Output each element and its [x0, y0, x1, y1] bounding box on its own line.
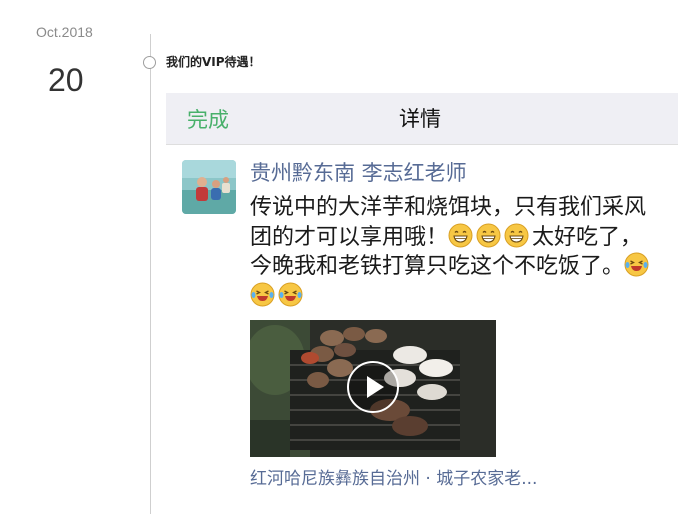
play-icon[interactable]: [346, 360, 400, 414]
moments-screenshot: 完成 详情 贵州黔东南 李志红老师 传说中的大洋芋和烧饵块，只有我们采风团的才可…: [166, 93, 678, 498]
timeline-entry-title: 我们的VIP待遇！: [166, 55, 261, 69]
timeline-day: 20: [48, 62, 84, 98]
video-thumbnail[interactable]: [250, 320, 496, 457]
nav-bar: 完成 详情: [166, 93, 678, 145]
timeline-node-icon: [143, 56, 156, 69]
location-link[interactable]: 红河哈尼族彝族自治州 · 城子农家老...: [250, 464, 537, 489]
author-name-link[interactable]: 贵州黔东南 李志红老师: [250, 157, 467, 187]
done-button[interactable]: 完成: [187, 104, 229, 134]
laugh-tears-emoji-icon: [278, 282, 303, 307]
laugh-tears-emoji-icon: [624, 252, 649, 277]
grin-emoji-icon: [476, 223, 501, 248]
grin-emoji-icon: [448, 223, 473, 248]
timeline-line: [150, 34, 151, 514]
laugh-tears-emoji-icon: [250, 282, 275, 307]
post-text: 传说中的大洋芋和烧饵块，只有我们采风团的才可以享用哦！ 太好吃了，今晚我和老铁打算…: [250, 193, 660, 311]
grin-emoji-icon: [504, 223, 529, 248]
timeline-month: Oct.2018: [36, 24, 93, 40]
avatar[interactable]: [182, 160, 236, 214]
nav-title: 详情: [399, 107, 441, 131]
